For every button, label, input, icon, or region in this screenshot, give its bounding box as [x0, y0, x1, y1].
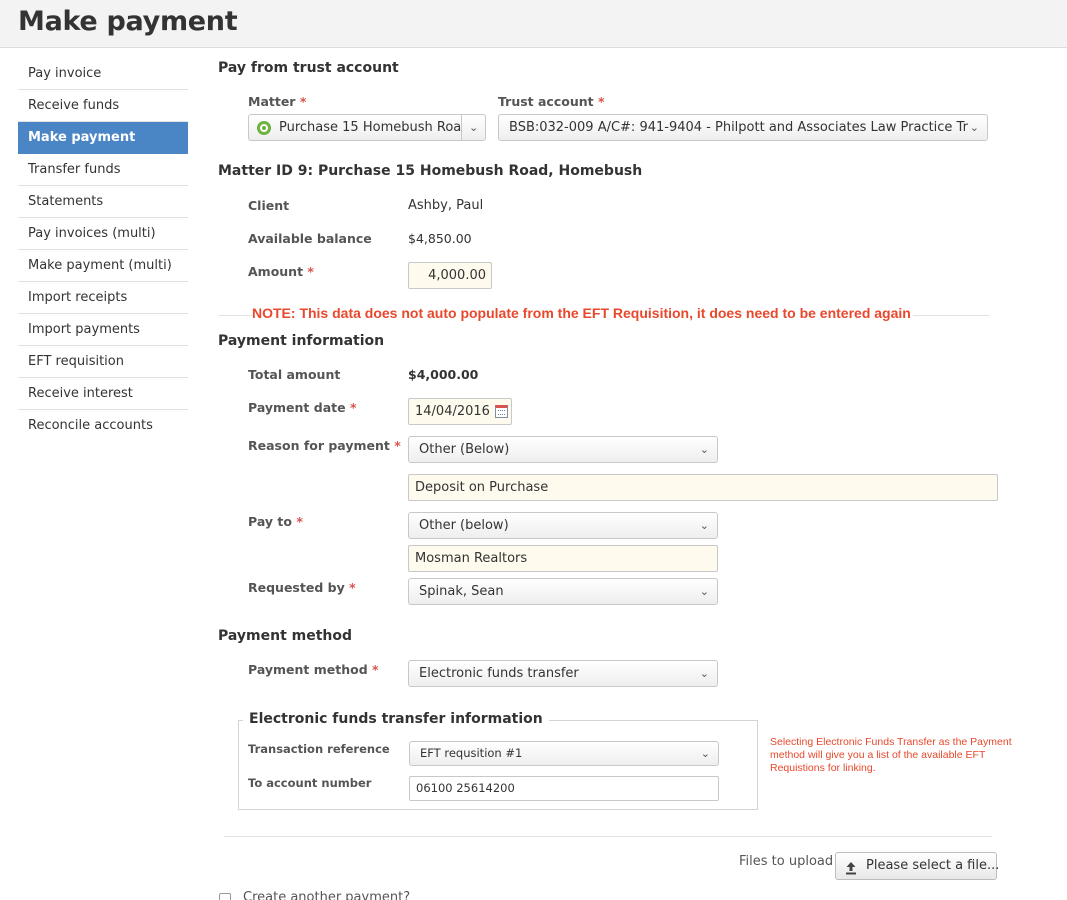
chevron-down-icon[interactable]: ⌄ — [469, 115, 478, 140]
transaction-reference-value: EFT requsition #1 — [420, 746, 523, 760]
create-another-checkbox[interactable] — [219, 893, 231, 900]
to-account-number-input[interactable]: 06100 25614200 — [409, 776, 719, 801]
available-balance-value: $4,850.00 — [408, 231, 472, 246]
sidebar-item-transfer-funds[interactable]: Transfer funds — [18, 154, 188, 186]
matter-value: Purchase 15 Homebush Roa — [279, 120, 462, 135]
combobox-divider — [461, 115, 462, 140]
matter-green-icon — [257, 121, 271, 135]
sidebar: Pay invoice Receive funds Make payment T… — [18, 58, 188, 442]
payment-date-value: 14/04/2016 — [415, 404, 490, 419]
eft-note: NOTE: This data does not auto populate f… — [252, 305, 913, 321]
sidebar-item-import-payments[interactable]: Import payments — [18, 314, 188, 346]
create-another-label: Create another payment? — [243, 890, 411, 900]
pay-to-select-value: Other (below) — [419, 518, 509, 533]
reason-select-value: Other (Below) — [419, 442, 510, 457]
chevron-down-icon: ⌄ — [699, 519, 709, 532]
reason-select[interactable]: Other (Below) ⌄ — [408, 436, 718, 463]
payment-method-label: Payment method * — [248, 662, 379, 677]
amount-label: Amount * — [248, 264, 314, 279]
form-divider — [224, 836, 992, 837]
eft-side-note: Selecting Electronic Funds Transfer as t… — [770, 736, 1012, 774]
requested-by-select[interactable]: Spinak, Sean ⌄ — [408, 578, 718, 605]
sidebar-item-eft-requisition[interactable]: EFT requisition — [18, 346, 188, 378]
reason-label: Reason for payment * — [248, 438, 401, 453]
client-label: Client — [248, 198, 290, 213]
payment-date-label: Payment date * — [248, 400, 357, 415]
trust-account-value: BSB:032-009 A/C#: 941-9404 - Philpott an… — [509, 120, 969, 135]
eft-legend: Electronic funds transfer information — [243, 711, 549, 727]
available-balance-label: Available balance — [248, 231, 372, 246]
chevron-down-icon: ⌄ — [969, 121, 979, 134]
transaction-reference-label: Transaction reference — [248, 742, 390, 756]
sidebar-item-receive-funds[interactable]: Receive funds — [18, 90, 188, 122]
total-amount-label: Total amount — [248, 367, 341, 382]
payment-date-input[interactable]: 14/04/2016 — [408, 398, 512, 425]
to-account-number-label: To account number — [248, 776, 372, 790]
payment-method-section-title: Payment method — [218, 628, 353, 644]
sidebar-item-make-payment-multi[interactable]: Make payment (multi) — [18, 250, 188, 282]
client-value: Ashby, Paul — [408, 198, 484, 213]
requested-by-label: Requested by * — [248, 580, 356, 595]
sidebar-item-pay-invoices-multi[interactable]: Pay invoices (multi) — [18, 218, 188, 250]
sidebar-item-receive-interest[interactable]: Receive interest — [18, 378, 188, 410]
chevron-down-icon: ⌄ — [700, 747, 710, 760]
requested-by-value: Spinak, Sean — [419, 584, 504, 599]
files-to-upload-label: Files to upload — [739, 854, 834, 869]
matter-combobox[interactable]: Purchase 15 Homebush Roa ⌄ — [248, 114, 486, 141]
sidebar-item-statements[interactable]: Statements — [18, 186, 188, 218]
chevron-down-icon: ⌄ — [699, 667, 709, 680]
amount-input[interactable]: 4,000.00 — [408, 262, 492, 289]
chevron-down-icon: ⌄ — [699, 585, 709, 598]
pay-to-text-input[interactable]: Mosman Realtors — [408, 545, 718, 572]
sidebar-item-pay-invoice[interactable]: Pay invoice — [18, 58, 188, 90]
payment-info-section-title: Payment information — [218, 333, 385, 349]
payment-method-value: Electronic funds transfer — [419, 666, 579, 681]
upload-icon — [845, 859, 857, 875]
reason-text-input[interactable]: Deposit on Purchase — [408, 474, 998, 501]
calendar-icon[interactable] — [495, 405, 508, 418]
trust-account-label: Trust account * — [498, 94, 605, 109]
pay-from-section-title: Pay from trust account — [218, 60, 399, 76]
sidebar-item-import-receipts[interactable]: Import receipts — [18, 282, 188, 314]
pay-to-label: Pay to * — [248, 514, 303, 529]
chevron-down-icon: ⌄ — [699, 443, 709, 456]
select-file-button-label: Please select a file... — [866, 858, 1000, 873]
pay-to-select[interactable]: Other (below) ⌄ — [408, 512, 718, 539]
page-title: Make payment — [18, 6, 238, 37]
select-file-button[interactable]: Please select a file... — [835, 852, 1000, 880]
total-amount-value: $4,000.00 — [408, 367, 479, 382]
matter-label: Matter * — [248, 94, 307, 109]
trust-account-select[interactable]: BSB:032-009 A/C#: 941-9404 - Philpott an… — [498, 114, 988, 141]
sidebar-item-reconcile-accounts[interactable]: Reconcile accounts — [18, 410, 188, 442]
page-header: Make payment — [0, 0, 1067, 48]
matter-heading: Matter ID 9: Purchase 15 Homebush Road, … — [218, 163, 643, 179]
payment-method-select[interactable]: Electronic funds transfer ⌄ — [408, 660, 718, 687]
sidebar-item-make-payment[interactable]: Make payment — [18, 122, 188, 154]
transaction-reference-select[interactable]: EFT requsition #1 ⌄ — [409, 741, 719, 766]
